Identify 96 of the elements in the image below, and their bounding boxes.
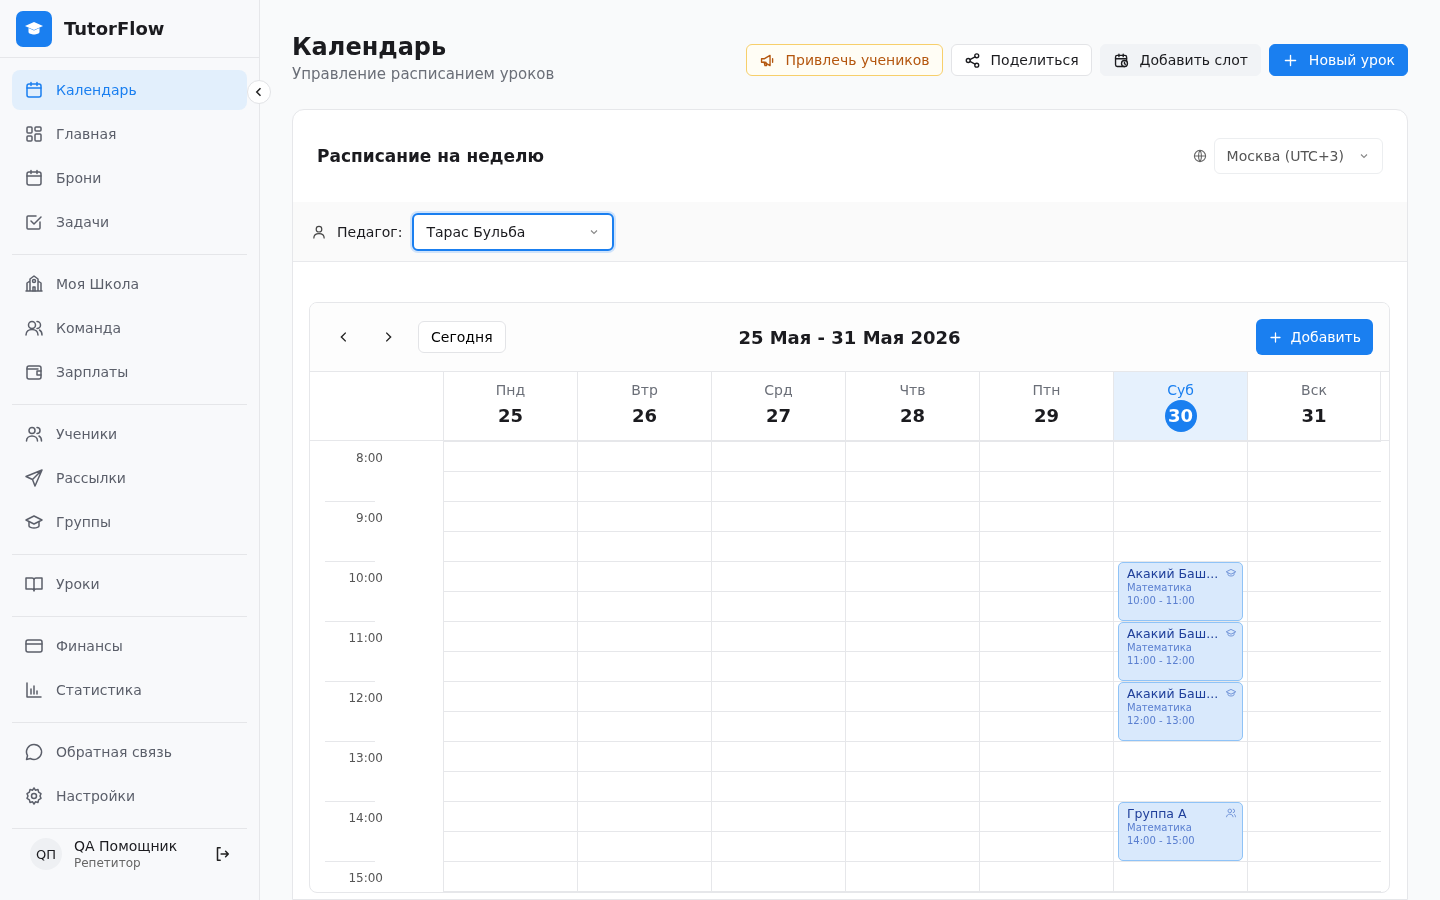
- sidebar-item[interactable]: Ученики: [12, 414, 247, 454]
- app-name: TutorFlow: [64, 18, 165, 39]
- add-button[interactable]: Добавить: [1255, 319, 1373, 355]
- lesson-time: 14:00 - 15:00: [1127, 834, 1196, 847]
- day-number: 26: [630, 404, 659, 428]
- checkbox-icon: [24, 212, 44, 232]
- lesson-subject: Математика: [1127, 701, 1193, 714]
- user-name: QA Помощник: [74, 838, 179, 854]
- sidebar-item[interactable]: Уроки: [12, 564, 247, 604]
- lesson-card[interactable]: Акакий Баш... Математика 12:00 - 13:00: [1118, 682, 1243, 741]
- lesson-title: Акакий Баш...: [1127, 566, 1220, 581]
- time-label: 12:00: [348, 691, 383, 705]
- time-label: 11:00: [348, 631, 383, 645]
- sidebar-item[interactable]: Зарплаты: [12, 352, 247, 392]
- bar-chart-icon: [24, 680, 44, 700]
- day-number: 29: [1032, 404, 1061, 428]
- lesson-card[interactable]: Акакий Баш... Математика 11:00 - 12:00: [1118, 622, 1243, 681]
- share-button[interactable]: Поделиться: [950, 44, 1092, 76]
- time-label: 8:00: [356, 451, 383, 465]
- send-icon: [24, 468, 44, 488]
- calendar-icon: [24, 168, 44, 188]
- sidebar-item[interactable]: Рассылки: [12, 458, 247, 498]
- globe-icon: [1191, 148, 1208, 164]
- users-icon: [24, 424, 44, 444]
- sidebar-item[interactable]: Обратная связь: [12, 732, 247, 772]
- page-subtitle: Управление расписанием уроков: [292, 65, 555, 83]
- settings-icon: [24, 786, 44, 806]
- plus-icon: [1267, 329, 1283, 345]
- user-avatar: QП: [30, 838, 62, 870]
- graduation-cap-icon: [1225, 687, 1237, 699]
- sidebar-item[interactable]: Команда: [12, 308, 247, 348]
- calendar-clock-icon: [1112, 51, 1130, 69]
- schedule-title: Расписание на неделю: [317, 146, 544, 166]
- sidebar-item[interactable]: Задачи: [12, 202, 247, 242]
- sidebar-item[interactable]: Моя Школа: [12, 264, 247, 304]
- time-label: 13:00: [348, 751, 383, 765]
- lesson-time: 10:00 - 11:00: [1127, 594, 1196, 607]
- lesson-title: Группа А: [1127, 806, 1188, 821]
- logo-icon: [16, 10, 52, 47]
- weekday-label: Срд: [764, 382, 793, 398]
- lesson-card[interactable]: Акакий Баш... Математика 10:00 - 11:00: [1118, 562, 1243, 621]
- user-role: Репетитор: [74, 856, 142, 870]
- add-slot-button[interactable]: Добавить слот: [1099, 44, 1261, 76]
- credit-card-icon: [24, 636, 44, 656]
- day-number: 27: [764, 404, 793, 428]
- lesson-title: Акакий Баш...: [1127, 686, 1220, 701]
- calendar-icon: [24, 80, 44, 100]
- lesson-subject: Математика: [1127, 581, 1193, 594]
- weekday-label: Вск: [1301, 382, 1327, 398]
- today-button[interactable]: Сегодня: [418, 321, 506, 353]
- graduation-cap-icon: [1225, 627, 1237, 639]
- weekday-label: Птн: [1032, 382, 1061, 398]
- sidebar-item[interactable]: Финансы: [12, 626, 247, 666]
- lesson-title: Акакий Баш...: [1127, 626, 1220, 641]
- person-icon: [311, 223, 327, 240]
- sidebar-item[interactable]: Главная: [12, 114, 247, 154]
- day-number: 31: [1300, 404, 1328, 428]
- sidebar-item[interactable]: Группы: [12, 502, 247, 542]
- sidebar-item[interactable]: Брони: [12, 158, 247, 198]
- time-label: 9:00: [356, 511, 383, 525]
- day-number: 25: [496, 404, 525, 428]
- users-icon: [1225, 807, 1237, 819]
- sidebar-item[interactable]: Настройки: [12, 776, 247, 816]
- building-icon: [24, 274, 44, 294]
- teacher-label: Педагог:: [337, 223, 403, 240]
- lesson-subject: Математика: [1127, 641, 1193, 654]
- users-icon: [24, 318, 44, 338]
- grid-icon: [24, 124, 44, 144]
- time-label: 14:00: [348, 811, 383, 825]
- lesson-time: 12:00 - 13:00: [1127, 714, 1196, 727]
- graduation-cap-icon: [1225, 567, 1237, 579]
- sidebar-item[interactable]: Статистика: [12, 670, 247, 710]
- new-lesson-button[interactable]: Новый урок: [1268, 44, 1408, 76]
- sidebar-item[interactable]: Календарь: [12, 70, 247, 110]
- collapse-button[interactable]: [247, 80, 271, 104]
- wallet-icon: [24, 362, 44, 382]
- lesson-card[interactable]: Группа А Математика 14:00 - 15:00: [1118, 802, 1243, 861]
- lesson-subject: Математика: [1127, 821, 1193, 834]
- book-icon: [24, 574, 44, 594]
- graduation-cap-icon: [24, 512, 44, 532]
- day-number: 30: [1164, 400, 1197, 432]
- share-icon: [963, 51, 981, 69]
- teacher-select[interactable]: Тарас Бульба: [412, 212, 615, 251]
- time-label: 15:00: [348, 871, 383, 885]
- page-title: Календарь: [292, 32, 448, 62]
- chat-bubble-icon: [24, 742, 44, 762]
- weekday-label: Втр: [631, 382, 658, 398]
- time-label: 10:00: [348, 571, 383, 585]
- day-number: 28: [898, 404, 927, 428]
- weekday-label: Чтв: [899, 382, 926, 398]
- weekday-label: Пнд: [495, 382, 526, 398]
- timezone-select[interactable]: Москва (UTC+3): [1213, 138, 1383, 174]
- attract-students-button[interactable]: Привлечь учеников: [745, 44, 943, 76]
- lesson-time: 11:00 - 12:00: [1127, 654, 1196, 667]
- date-range: 25 Мая - 31 Мая 2026: [738, 326, 961, 348]
- weekday-label: Суб: [1167, 382, 1194, 398]
